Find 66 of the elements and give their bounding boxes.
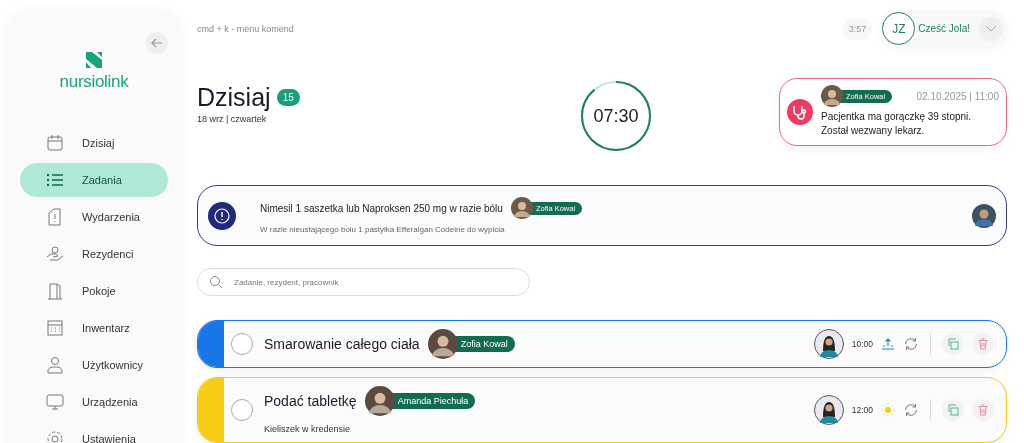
count-badge: 15 bbox=[276, 88, 300, 106]
alert-datetime: 02.10.2025 | 11:00 bbox=[916, 90, 999, 102]
hand-user-icon bbox=[46, 245, 64, 263]
task-checkbox[interactable] bbox=[231, 333, 253, 355]
avatar-icon bbox=[510, 197, 533, 220]
stethoscope-icon bbox=[787, 98, 813, 125]
nav-item[interactable]: Urządzenia bbox=[20, 385, 168, 419]
avatar-icon bbox=[972, 203, 996, 228]
clock-time: 07:30 bbox=[593, 105, 639, 127]
logo-icon bbox=[84, 50, 104, 70]
chevron-down-icon[interactable] bbox=[979, 16, 1003, 41]
copy-button[interactable] bbox=[942, 333, 964, 355]
arrow-left-icon bbox=[151, 37, 163, 49]
user-icon bbox=[46, 356, 64, 374]
nav-item[interactable]: Inwentarz bbox=[20, 311, 168, 345]
nav-item[interactable]: Wydarzenia bbox=[20, 200, 168, 234]
back-button[interactable] bbox=[146, 32, 168, 54]
nav-item[interactable]: Zadania bbox=[20, 163, 168, 197]
settings-icon bbox=[46, 430, 64, 443]
alert-text: Pacjentka ma gorączkę 39 stopni. bbox=[821, 110, 973, 125]
user-menu[interactable]: JZ Cześć Jola! bbox=[880, 10, 1007, 48]
task-card[interactable]: Smarowanie całego ciała Zofia Kowal 10:00 bbox=[197, 320, 1007, 368]
task-title: Smarowanie całego ciała bbox=[264, 336, 420, 352]
task-checkbox[interactable] bbox=[231, 399, 253, 421]
date-label: 18 wrz | czwartek bbox=[197, 113, 268, 124]
delete-button[interactable] bbox=[972, 333, 994, 355]
task-card[interactable]: Podać tabletkę Amanda Piechuła Kieliszek w kredensie 12:00 bbox=[197, 377, 1007, 443]
grid-icon bbox=[46, 319, 64, 337]
task-time: 10:00 bbox=[851, 339, 873, 349]
monitor-icon bbox=[46, 393, 64, 411]
repeat-icon[interactable] bbox=[903, 336, 919, 352]
note-detail: W razie nieustającego bolu 1 pastylka Efferalgan Codeine do wypicia bbox=[260, 225, 506, 235]
page-title: Dzisiaj bbox=[197, 82, 271, 112]
delete-button[interactable] bbox=[972, 399, 994, 421]
session-timer: 3:57 bbox=[842, 17, 873, 40]
trash-icon bbox=[977, 338, 989, 350]
document-alert-icon bbox=[46, 208, 64, 226]
exclamation-icon bbox=[208, 201, 236, 230]
task-time: 12:00 bbox=[851, 405, 873, 415]
nav-item[interactable]: Ustawienia bbox=[20, 422, 168, 443]
nav-item[interactable]: Dzisiaj bbox=[20, 126, 168, 160]
search-field[interactable]: Zadanie, rezydent, pracownik bbox=[197, 268, 530, 296]
copy-button[interactable] bbox=[942, 399, 964, 421]
copy-icon bbox=[947, 338, 959, 350]
nav-item[interactable]: Pokoje bbox=[20, 274, 168, 308]
note-title: Nimesil 1 saszetka lub Naproksen 250 mg w razie bólu bbox=[260, 202, 503, 214]
avatar-icon bbox=[364, 386, 395, 416]
shortcut-hint: cmd + k - menu komend bbox=[197, 23, 294, 34]
nav-item[interactable]: Użytkownicy bbox=[20, 348, 168, 382]
logo-text: nursiolink bbox=[59, 72, 129, 92]
repeat-icon[interactable] bbox=[903, 402, 919, 418]
trash-icon bbox=[977, 404, 989, 416]
task-detail: Kieliszek w kredensie bbox=[264, 424, 352, 434]
alert-text: Został wezwany lekarz. bbox=[821, 124, 926, 139]
avatar-icon bbox=[813, 329, 844, 359]
copy-icon bbox=[947, 404, 959, 416]
calendar-icon bbox=[46, 134, 64, 152]
door-icon bbox=[46, 282, 64, 300]
task-title: Podać tabletkę bbox=[264, 393, 357, 409]
user-initials: JZ bbox=[882, 12, 916, 46]
nav-item[interactable]: Rezydenci bbox=[20, 237, 168, 271]
list-icon bbox=[46, 171, 64, 189]
avatar-icon bbox=[427, 329, 458, 359]
avatar-icon bbox=[821, 85, 843, 108]
greeting: Cześć Jola! bbox=[918, 23, 970, 35]
avatar-icon bbox=[813, 395, 844, 425]
